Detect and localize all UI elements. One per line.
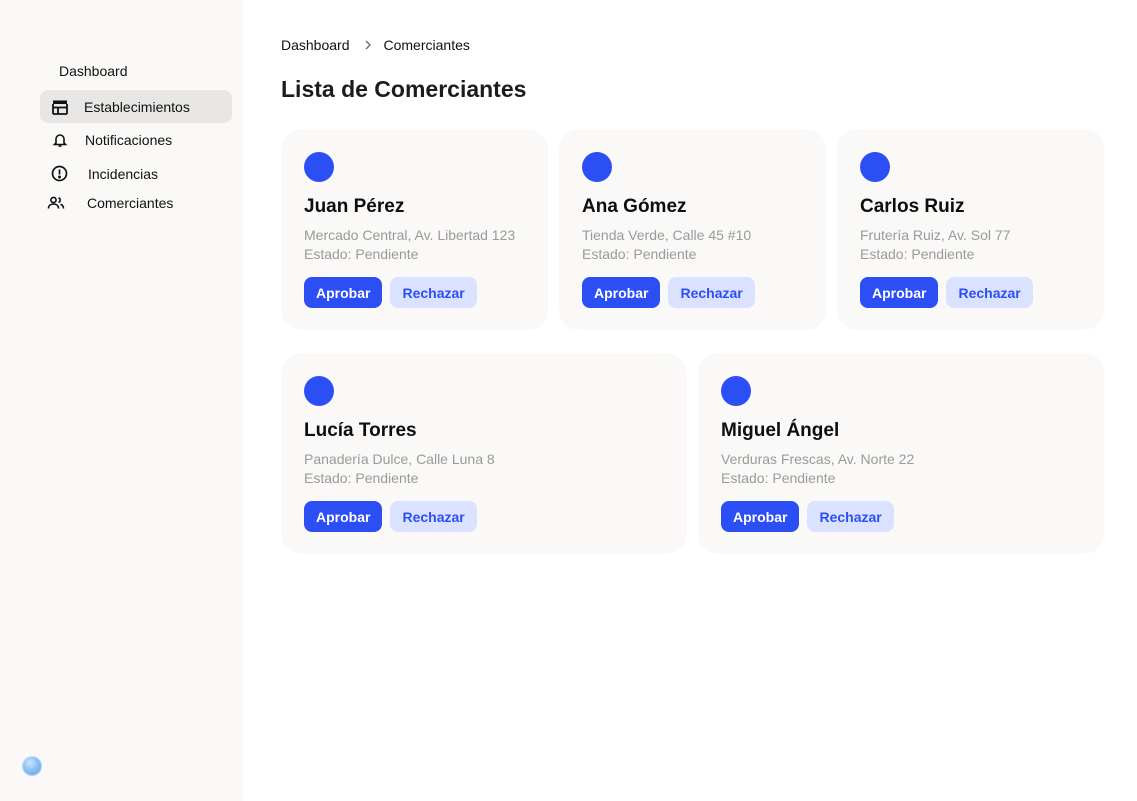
merchant-address: Verduras Frescas, Av. Norte 22 [721,451,915,467]
merchant-address: Mercado Central, Av. Libertad 123 [304,227,516,243]
merchant-card: Miguel Ángel Verduras Frescas, Av. Norte… [698,353,1104,554]
approve-button[interactable]: Aprobar [304,501,383,532]
merchant-card: Juan Pérez Mercado Central, Av. Libertad… [281,129,548,330]
sidebar: Dashboard Establecimientos Notificacione… [0,0,243,801]
merchant-name: Carlos Ruiz [860,196,965,217]
sidebar-item-label: Establecimientos [84,98,190,115]
merchant-status: Estado: Pendiente [582,246,697,262]
sidebar-title[interactable]: Dashboard [59,63,128,79]
merchant-name: Juan Pérez [304,196,405,217]
card-actions: Aprobar Rechazar [304,277,477,308]
merchant-name: Lucía Torres [304,420,417,441]
alert-circle-icon [49,164,69,184]
sidebar-item-label: Incidencias [88,165,159,182]
avatar [582,152,612,182]
merchant-status: Estado: Pendiente [721,470,836,486]
avatar [860,152,890,182]
reject-button[interactable]: Rechazar [946,277,1033,308]
user-avatar[interactable] [22,756,42,776]
breadcrumb-root[interactable]: Dashboard [281,37,350,53]
merchant-name: Ana Gómez [582,196,687,217]
chevron-right-icon [364,40,372,50]
card-actions: Aprobar Rechazar [860,277,1033,308]
users-icon [46,193,66,213]
merchant-status: Estado: Pendiente [304,246,419,262]
sidebar-item-establecimientos[interactable]: Establecimientos [40,90,232,123]
reject-button[interactable]: Rechazar [807,501,894,532]
merchant-card: Ana Gómez Tienda Verde, Calle 45 #10 Est… [559,129,826,330]
sidebar-item-comerciantes[interactable]: Comerciantes [40,186,232,219]
avatar [304,152,334,182]
avatar [721,376,751,406]
approve-button[interactable]: Aprobar [860,277,939,308]
main-content: Dashboard Comerciantes Lista de Comercia… [243,0,1137,801]
approve-button[interactable]: Aprobar [721,501,800,532]
page-title: Lista de Comerciantes [281,76,527,102]
approve-button[interactable]: Aprobar [582,277,661,308]
merchant-card: Carlos Ruiz Frutería Ruiz, Av. Sol 77 Es… [837,129,1104,330]
card-actions: Aprobar Rechazar [304,501,477,532]
reject-button[interactable]: Rechazar [390,277,477,308]
sidebar-item-label: Comerciantes [87,194,174,211]
merchant-address: Panadería Dulce, Calle Luna 8 [304,451,495,467]
merchant-address: Frutería Ruiz, Av. Sol 77 [860,227,1011,243]
bell-icon [50,130,70,150]
breadcrumb-current: Comerciantes [383,37,470,53]
avatar [304,376,334,406]
reject-button[interactable]: Rechazar [390,501,477,532]
merchant-card: Lucía Torres Panadería Dulce, Calle Luna… [281,353,687,554]
approve-button[interactable]: Aprobar [304,277,383,308]
store-icon [50,97,70,117]
card-actions: Aprobar Rechazar [582,277,755,308]
merchant-status: Estado: Pendiente [860,246,975,262]
sidebar-item-notificaciones[interactable]: Notificaciones [40,123,232,156]
breadcrumb: Dashboard Comerciantes [281,37,470,53]
merchant-address: Tienda Verde, Calle 45 #10 [582,227,752,243]
sidebar-item-label: Notificaciones [85,131,173,148]
reject-button[interactable]: Rechazar [668,277,755,308]
card-actions: Aprobar Rechazar [721,501,894,532]
merchant-name: Miguel Ángel [721,420,840,441]
merchant-status: Estado: Pendiente [304,470,419,486]
